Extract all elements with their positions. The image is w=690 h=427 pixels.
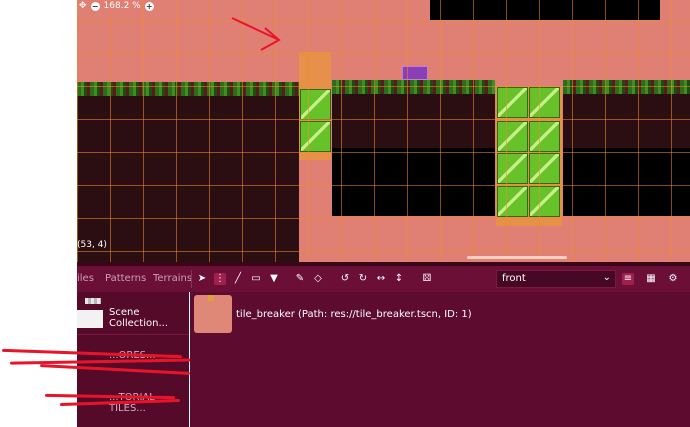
grid-line [77,53,690,54]
grid-line [638,0,639,262]
center-view-icon[interactable]: ✥ [79,1,87,11]
scene-detail-panel: tile_breaker (Path: res://tile_breaker.t… [190,292,690,427]
layer-select[interactable]: front ⌄ [496,270,616,288]
grid-line [77,86,690,87]
zoom-level: 168.2 % [103,1,141,11]
grid-toggle-icon[interactable]: ▦ [645,273,657,285]
grass-strip-middle [332,80,495,94]
picker-tool-icon[interactable]: ✎ [294,273,306,285]
annotation-arrow-icon [231,17,281,51]
void-middle [332,148,495,216]
grid-line [77,251,690,252]
scene-item-label: Scene Collection... [109,307,168,329]
bucket-tool-icon[interactable]: ▼ [268,273,280,285]
preview-marker [208,295,214,301]
scene-marker [402,66,428,80]
green-tile [497,153,528,184]
tile-region-top [430,0,660,20]
green-tile [300,121,331,152]
green-tile [529,87,560,118]
zoom-in-button[interactable]: + [144,1,154,11]
green-tile [529,153,560,184]
green-tile [497,186,528,217]
grid-line [77,0,78,262]
scene-thumbnail-pattern [85,298,101,304]
green-tile [497,121,528,152]
settings-icon[interactable]: ⚙ [667,273,679,285]
grid-line [605,0,606,262]
grid-line [77,218,690,219]
toolbar-separator [191,270,192,288]
grid-line [572,0,573,262]
tab-tiles[interactable]: iles [77,273,94,284]
grid-line [110,0,111,262]
grid-line [209,0,210,262]
tab-terrains[interactable]: Terrains [153,273,192,284]
coordinate-readout: (53, 4) [77,240,107,250]
viewport-scrollbar[interactable] [467,256,567,259]
zoom-out-button[interactable]: − [90,1,100,11]
zoom-controls: ✥ − 168.2 % + [79,0,154,12]
divider [77,334,189,335]
grid-line [77,119,690,120]
scene-thumbnail [77,310,103,328]
scene-detail-label: tile_breaker (Path: res://tile_breaker.t… [236,309,472,320]
select-tool-icon[interactable]: ➤ [196,273,208,285]
list-item[interactable]: Scene Collection... [77,292,189,332]
grid-line [77,20,690,21]
grid-line [539,0,540,262]
grid-line [407,0,408,262]
grid-line [374,0,375,262]
grid-line [341,0,342,262]
paint-tool-icon[interactable]: ⋮ [214,273,226,285]
green-tile [300,89,331,120]
flip-v-icon[interactable]: ↕ [393,273,405,285]
grid-line [176,0,177,262]
rotate-left-icon[interactable]: ↺ [339,273,351,285]
line-tool-icon[interactable]: ╱ [232,273,244,285]
grid-line [440,0,441,262]
tilemap-viewport[interactable]: (53, 4) [77,0,690,262]
tab-patterns[interactable]: Patterns [105,273,146,284]
green-tile [497,87,528,118]
rotate-right-icon[interactable]: ↻ [357,273,369,285]
green-tile [529,186,560,217]
grid-line [671,0,672,262]
grid-line [473,0,474,262]
flip-h-icon[interactable]: ↔ [375,273,387,285]
scene-preview[interactable] [194,295,232,333]
eraser-tool-icon[interactable]: ◇ [312,273,324,285]
chevron-down-icon: ⌄ [602,272,611,283]
random-tile-icon[interactable]: ⚄ [421,273,433,285]
layer-list-icon[interactable]: ≡ [622,273,634,285]
rect-tool-icon[interactable]: ▭ [250,273,262,285]
grid-line [308,0,309,262]
ground-middle [332,94,495,148]
grid-line [77,152,690,153]
layer-select-value: front [502,273,526,284]
grid-line [77,185,690,186]
grid-line [506,0,507,262]
tilemap-toolbar: iles Patterns Terrains ➤ ⋮ ╱ ▭ ▼ ✎ ◇ ↺ ↻… [77,266,690,292]
green-tile [529,121,560,152]
grid-line [143,0,144,262]
